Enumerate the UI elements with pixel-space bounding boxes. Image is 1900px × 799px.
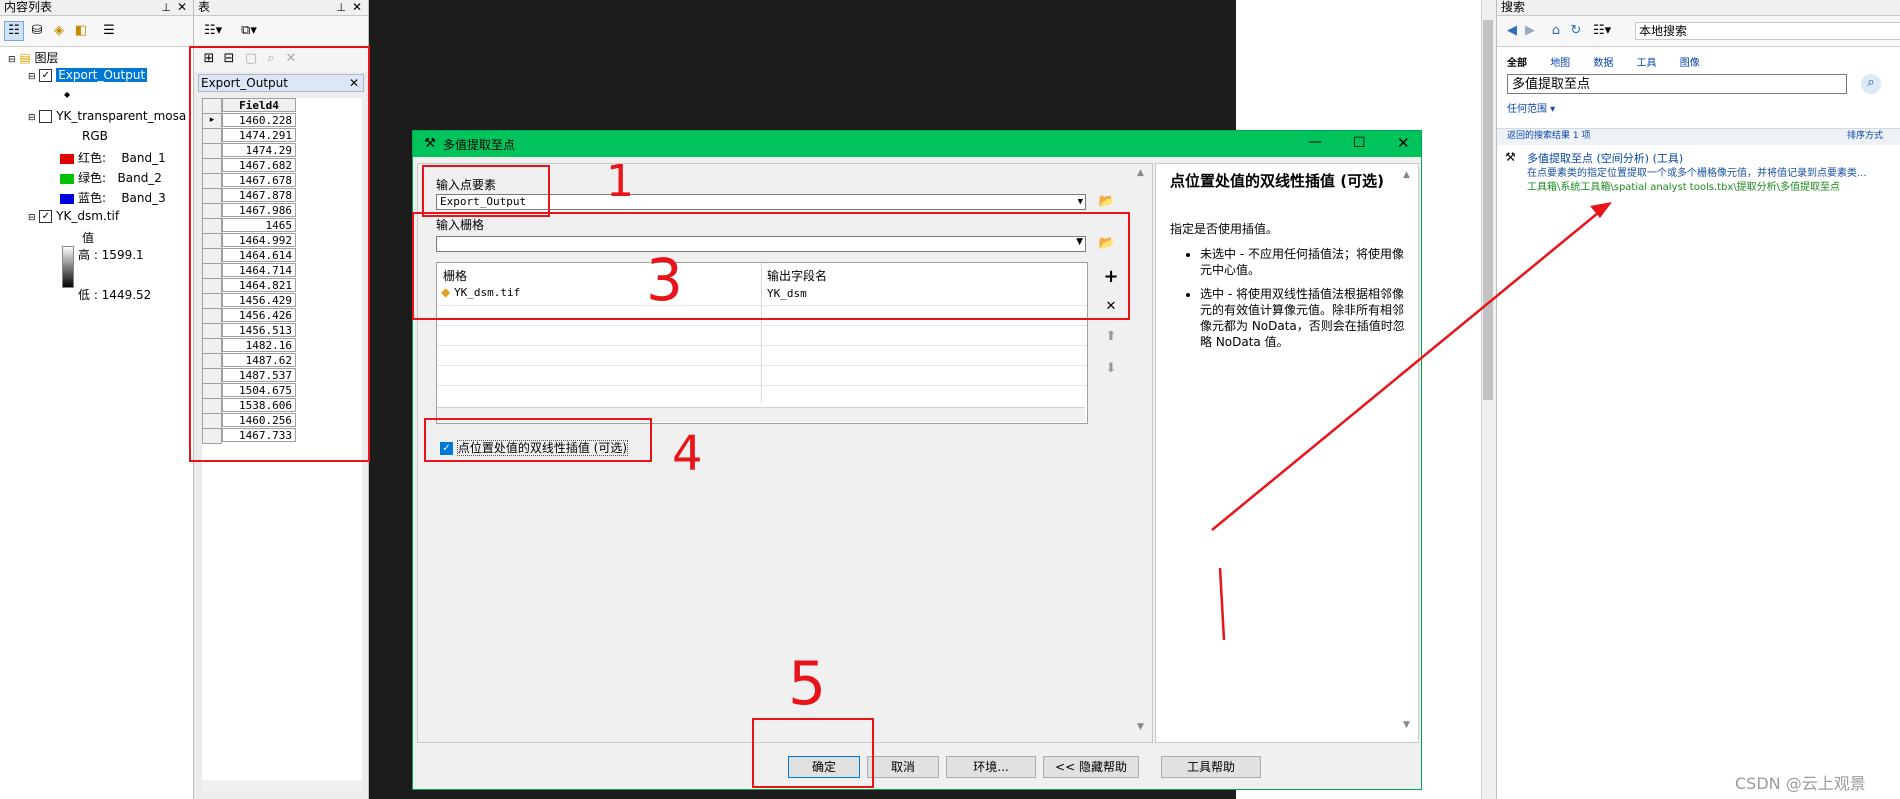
annotation-arrow-line — [1211, 207, 1605, 531]
annotation-number: 5 — [788, 649, 826, 719]
annotation-number: 1 — [606, 156, 634, 207]
annotation-number: 3 — [646, 246, 683, 314]
annotation-strokes: 1 3 4 5 — [606, 156, 1612, 719]
annotation-number: 4 — [672, 426, 703, 482]
annotation-stroke — [1218, 567, 1226, 641]
